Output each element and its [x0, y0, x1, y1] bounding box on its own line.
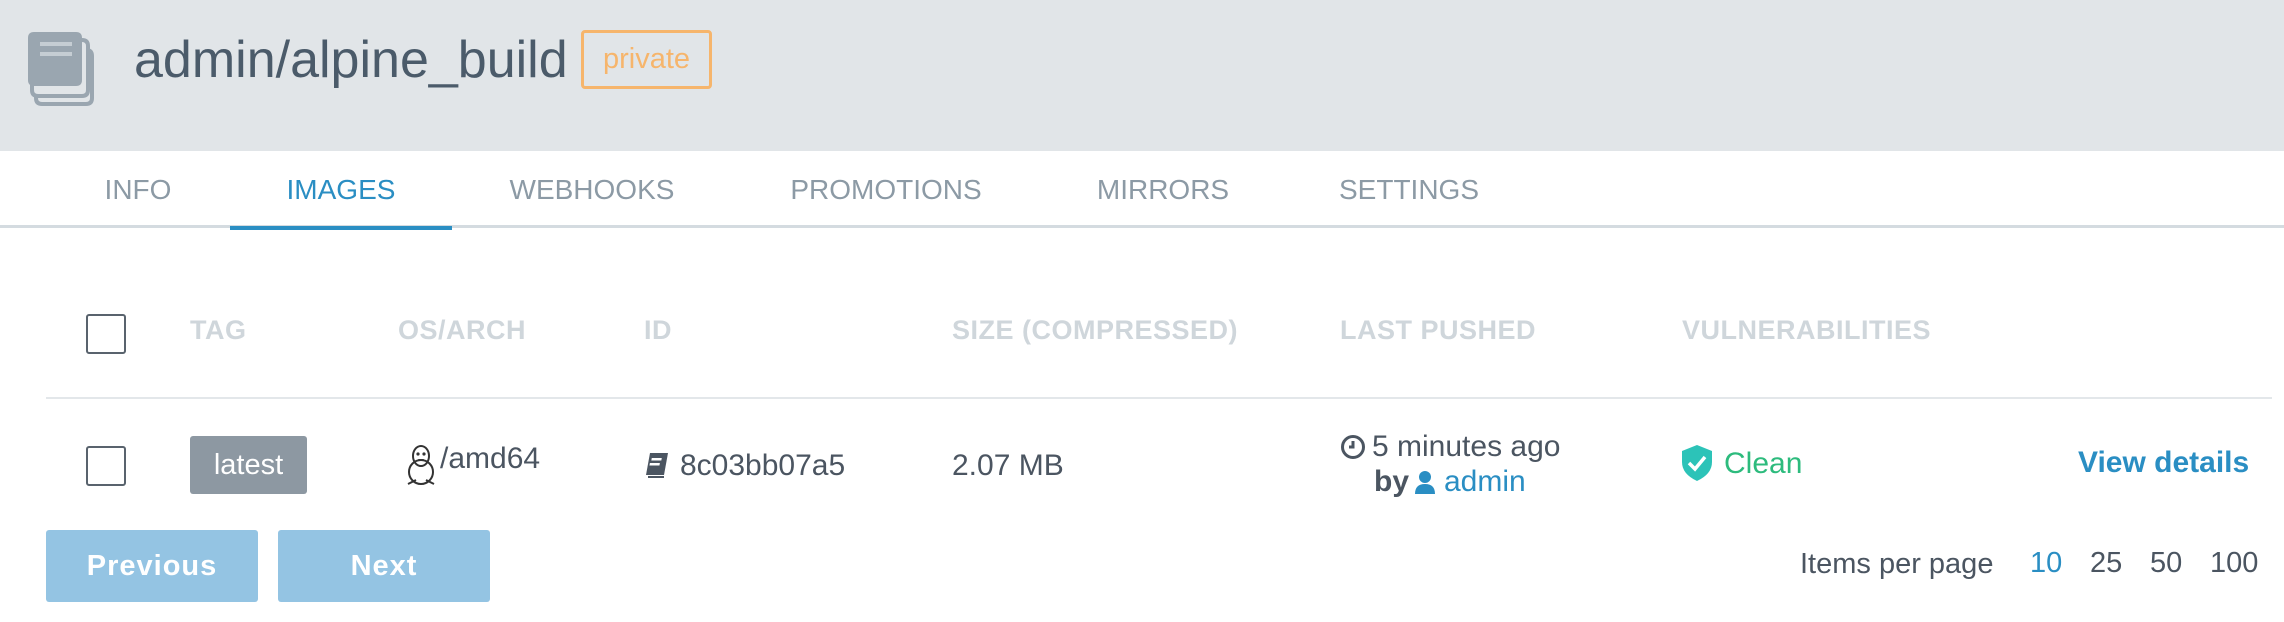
- previous-button[interactable]: Previous: [46, 530, 258, 602]
- vulnerability-status: Clean: [1724, 447, 1803, 480]
- table-divider: [46, 397, 2272, 399]
- column-header-id[interactable]: ID: [644, 315, 672, 346]
- per-page-option-10[interactable]: 10: [2030, 547, 2062, 580]
- tab-promotions[interactable]: PROMOTIONS: [770, 151, 1002, 228]
- shield-check-icon: [1682, 445, 1712, 481]
- per-page-option-100[interactable]: 100: [2210, 547, 2258, 580]
- clock-icon: [1341, 435, 1365, 459]
- next-button[interactable]: Next: [278, 530, 490, 602]
- column-header-os-arch[interactable]: OS/ARCH: [398, 315, 526, 346]
- tab-mirrors[interactable]: MIRRORS: [1078, 151, 1248, 228]
- column-header-tag[interactable]: TAG: [190, 315, 247, 346]
- book-icon: [646, 453, 668, 478]
- pushed-by-user-link[interactable]: admin: [1444, 465, 1526, 499]
- tab-info[interactable]: INFO: [78, 151, 198, 228]
- last-pushed-time: 5 minutes ago: [1372, 430, 1561, 463]
- tab-webhooks[interactable]: WEBHOOKS: [488, 151, 696, 228]
- repo-tabs: INFO IMAGES WEBHOOKS PROMOTIONS MIRRORS …: [0, 151, 2284, 230]
- pushed-by-prefix: by: [1374, 465, 1410, 498]
- column-header-size[interactable]: SIZE (COMPRESSED): [952, 315, 1238, 346]
- image-size: 2.07 MB: [952, 449, 1064, 482]
- linux-penguin-icon: [407, 445, 435, 485]
- per-page-option-50[interactable]: 50: [2150, 547, 2182, 580]
- row-checkbox[interactable]: [86, 446, 126, 486]
- tab-images[interactable]: IMAGES: [230, 151, 452, 230]
- image-id[interactable]: 8c03bb07a5: [680, 449, 845, 483]
- tab-settings[interactable]: SETTINGS: [1326, 151, 1492, 228]
- repo-title: admin/alpine_build: [134, 31, 568, 89]
- column-header-vulnerabilities[interactable]: VULNERABILITIES: [1682, 315, 1931, 346]
- per-page-option-25[interactable]: 25: [2090, 547, 2122, 580]
- repo-header: admin/alpine_build private: [0, 0, 2284, 151]
- os-arch: /amd64: [440, 442, 541, 475]
- column-header-last-pushed[interactable]: LAST PUSHED: [1340, 315, 1536, 346]
- tag-badge[interactable]: latest: [190, 436, 307, 494]
- user-icon: [1415, 471, 1435, 494]
- items-per-page-label: Items per page: [1800, 548, 1994, 580]
- stacked-books-icon: [28, 32, 94, 106]
- select-all-checkbox[interactable]: [86, 314, 126, 354]
- visibility-badge: private: [581, 30, 713, 89]
- view-details-link[interactable]: View details: [2078, 446, 2249, 480]
